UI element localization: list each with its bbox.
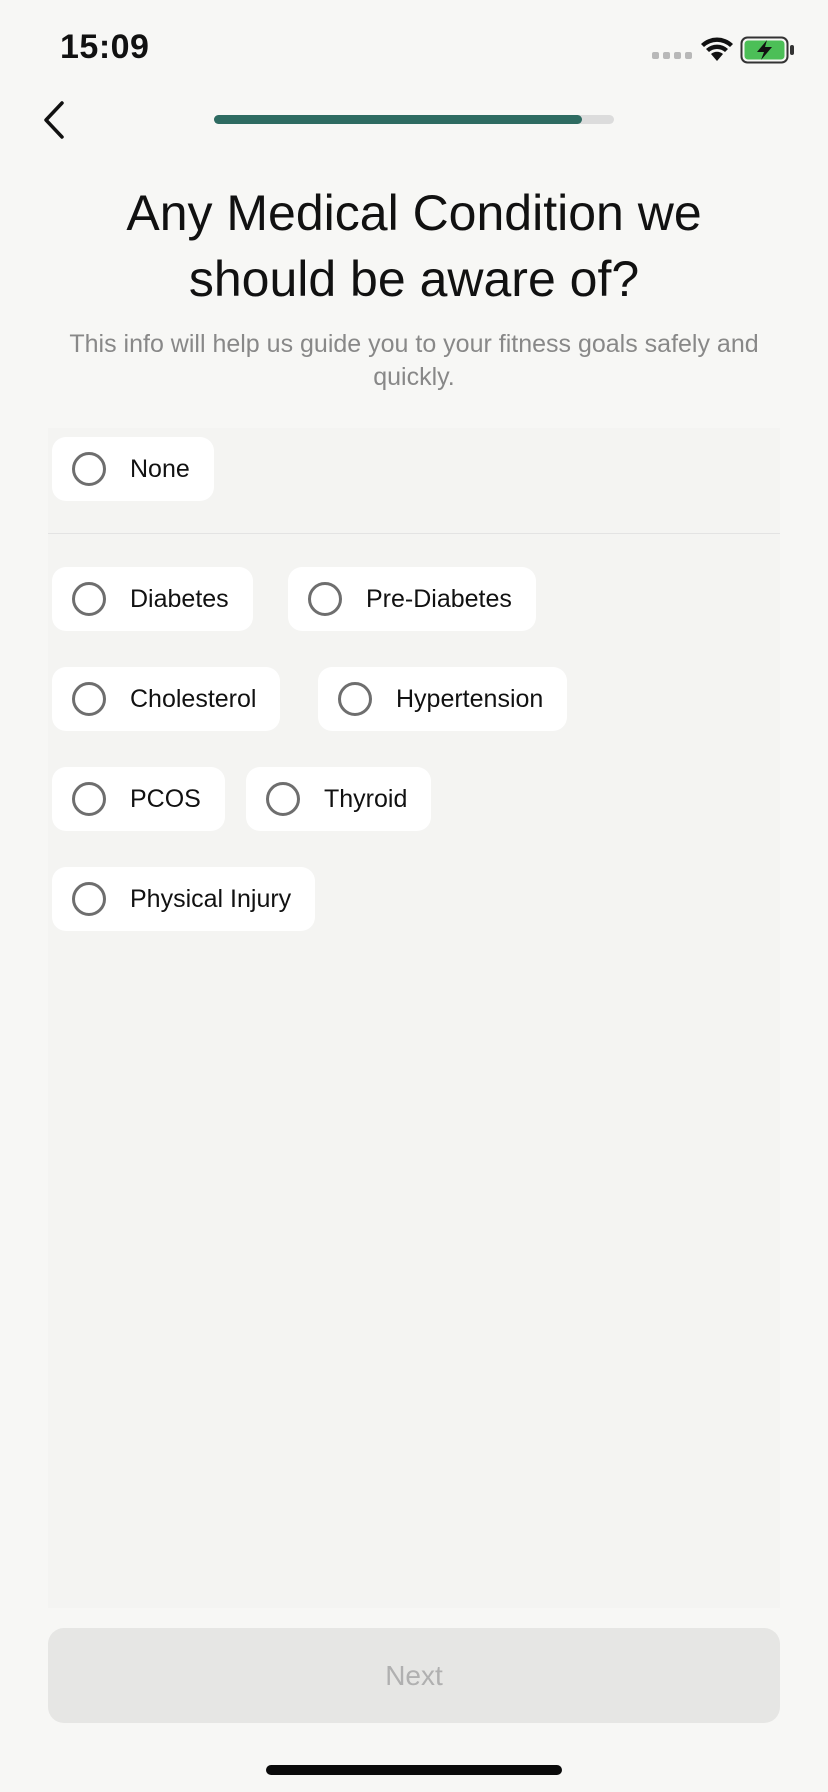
option-cholesterol[interactable]: Cholesterol — [52, 667, 281, 731]
option-label: Pre-Diabetes — [366, 584, 512, 613]
radio-icon — [308, 582, 342, 616]
divider — [48, 533, 780, 534]
option-pre-diabetes[interactable]: Pre-Diabetes — [288, 567, 536, 631]
radio-icon — [72, 682, 106, 716]
option-label: None — [130, 454, 190, 483]
status-bar: 15:09 — [0, 0, 828, 100]
wifi-icon — [701, 37, 733, 61]
option-none[interactable]: None — [52, 437, 214, 501]
page-title: Any Medical Condition we should be aware… — [126, 185, 702, 307]
option-diabetes[interactable]: Diabetes — [52, 567, 253, 631]
top-bar — [0, 95, 828, 145]
back-button[interactable] — [36, 95, 76, 145]
battery-charging-icon — [740, 36, 794, 64]
radio-icon — [72, 452, 106, 486]
option-physical-injury[interactable]: Physical Injury — [52, 867, 316, 931]
option-label: Hypertension — [396, 684, 544, 713]
status-time: 15:09 — [60, 28, 150, 66]
option-label: PCOS — [130, 784, 201, 813]
option-label: Physical Injury — [130, 884, 292, 913]
page-subtitle: This info will help us guide you to your… — [69, 330, 759, 391]
option-pcos[interactable]: PCOS — [52, 767, 225, 831]
home-indicator — [266, 1765, 562, 1775]
radio-icon — [72, 882, 106, 916]
option-label: Diabetes — [130, 584, 229, 613]
signal-icon — [652, 52, 692, 59]
option-label: Thyroid — [324, 784, 408, 813]
progress-fill — [214, 115, 582, 124]
option-hypertension[interactable]: Hypertension — [318, 667, 568, 731]
radio-icon — [72, 582, 106, 616]
option-thyroid[interactable]: Thyroid — [246, 767, 432, 831]
radio-icon — [338, 682, 372, 716]
progress-bar — [214, 115, 614, 124]
option-label: Cholesterol — [130, 684, 257, 713]
radio-icon — [266, 782, 300, 816]
next-button[interactable]: Next — [48, 1628, 780, 1723]
radio-icon — [72, 782, 106, 816]
chevron-left-icon — [44, 101, 64, 139]
